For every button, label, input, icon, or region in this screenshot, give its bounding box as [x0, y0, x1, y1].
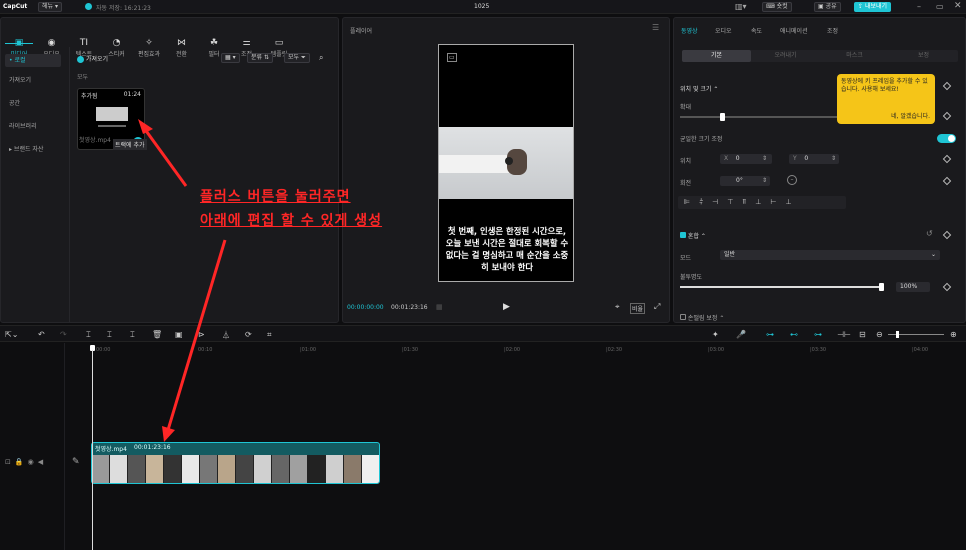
- annotation-arrow-top: [142, 127, 188, 187]
- annotation-overlay: [138, 119, 227, 442]
- annotation-arrowhead-top: [138, 119, 153, 134]
- annotation-line-2: 아래에 편집 할 수 있게 생성: [200, 213, 383, 229]
- annotation-line-1: 플러스 버튼을 눌러주면: [200, 189, 351, 205]
- annotation-arrowhead-bottom: [162, 426, 175, 442]
- annotation-arrow-bottom: [166, 239, 227, 431]
